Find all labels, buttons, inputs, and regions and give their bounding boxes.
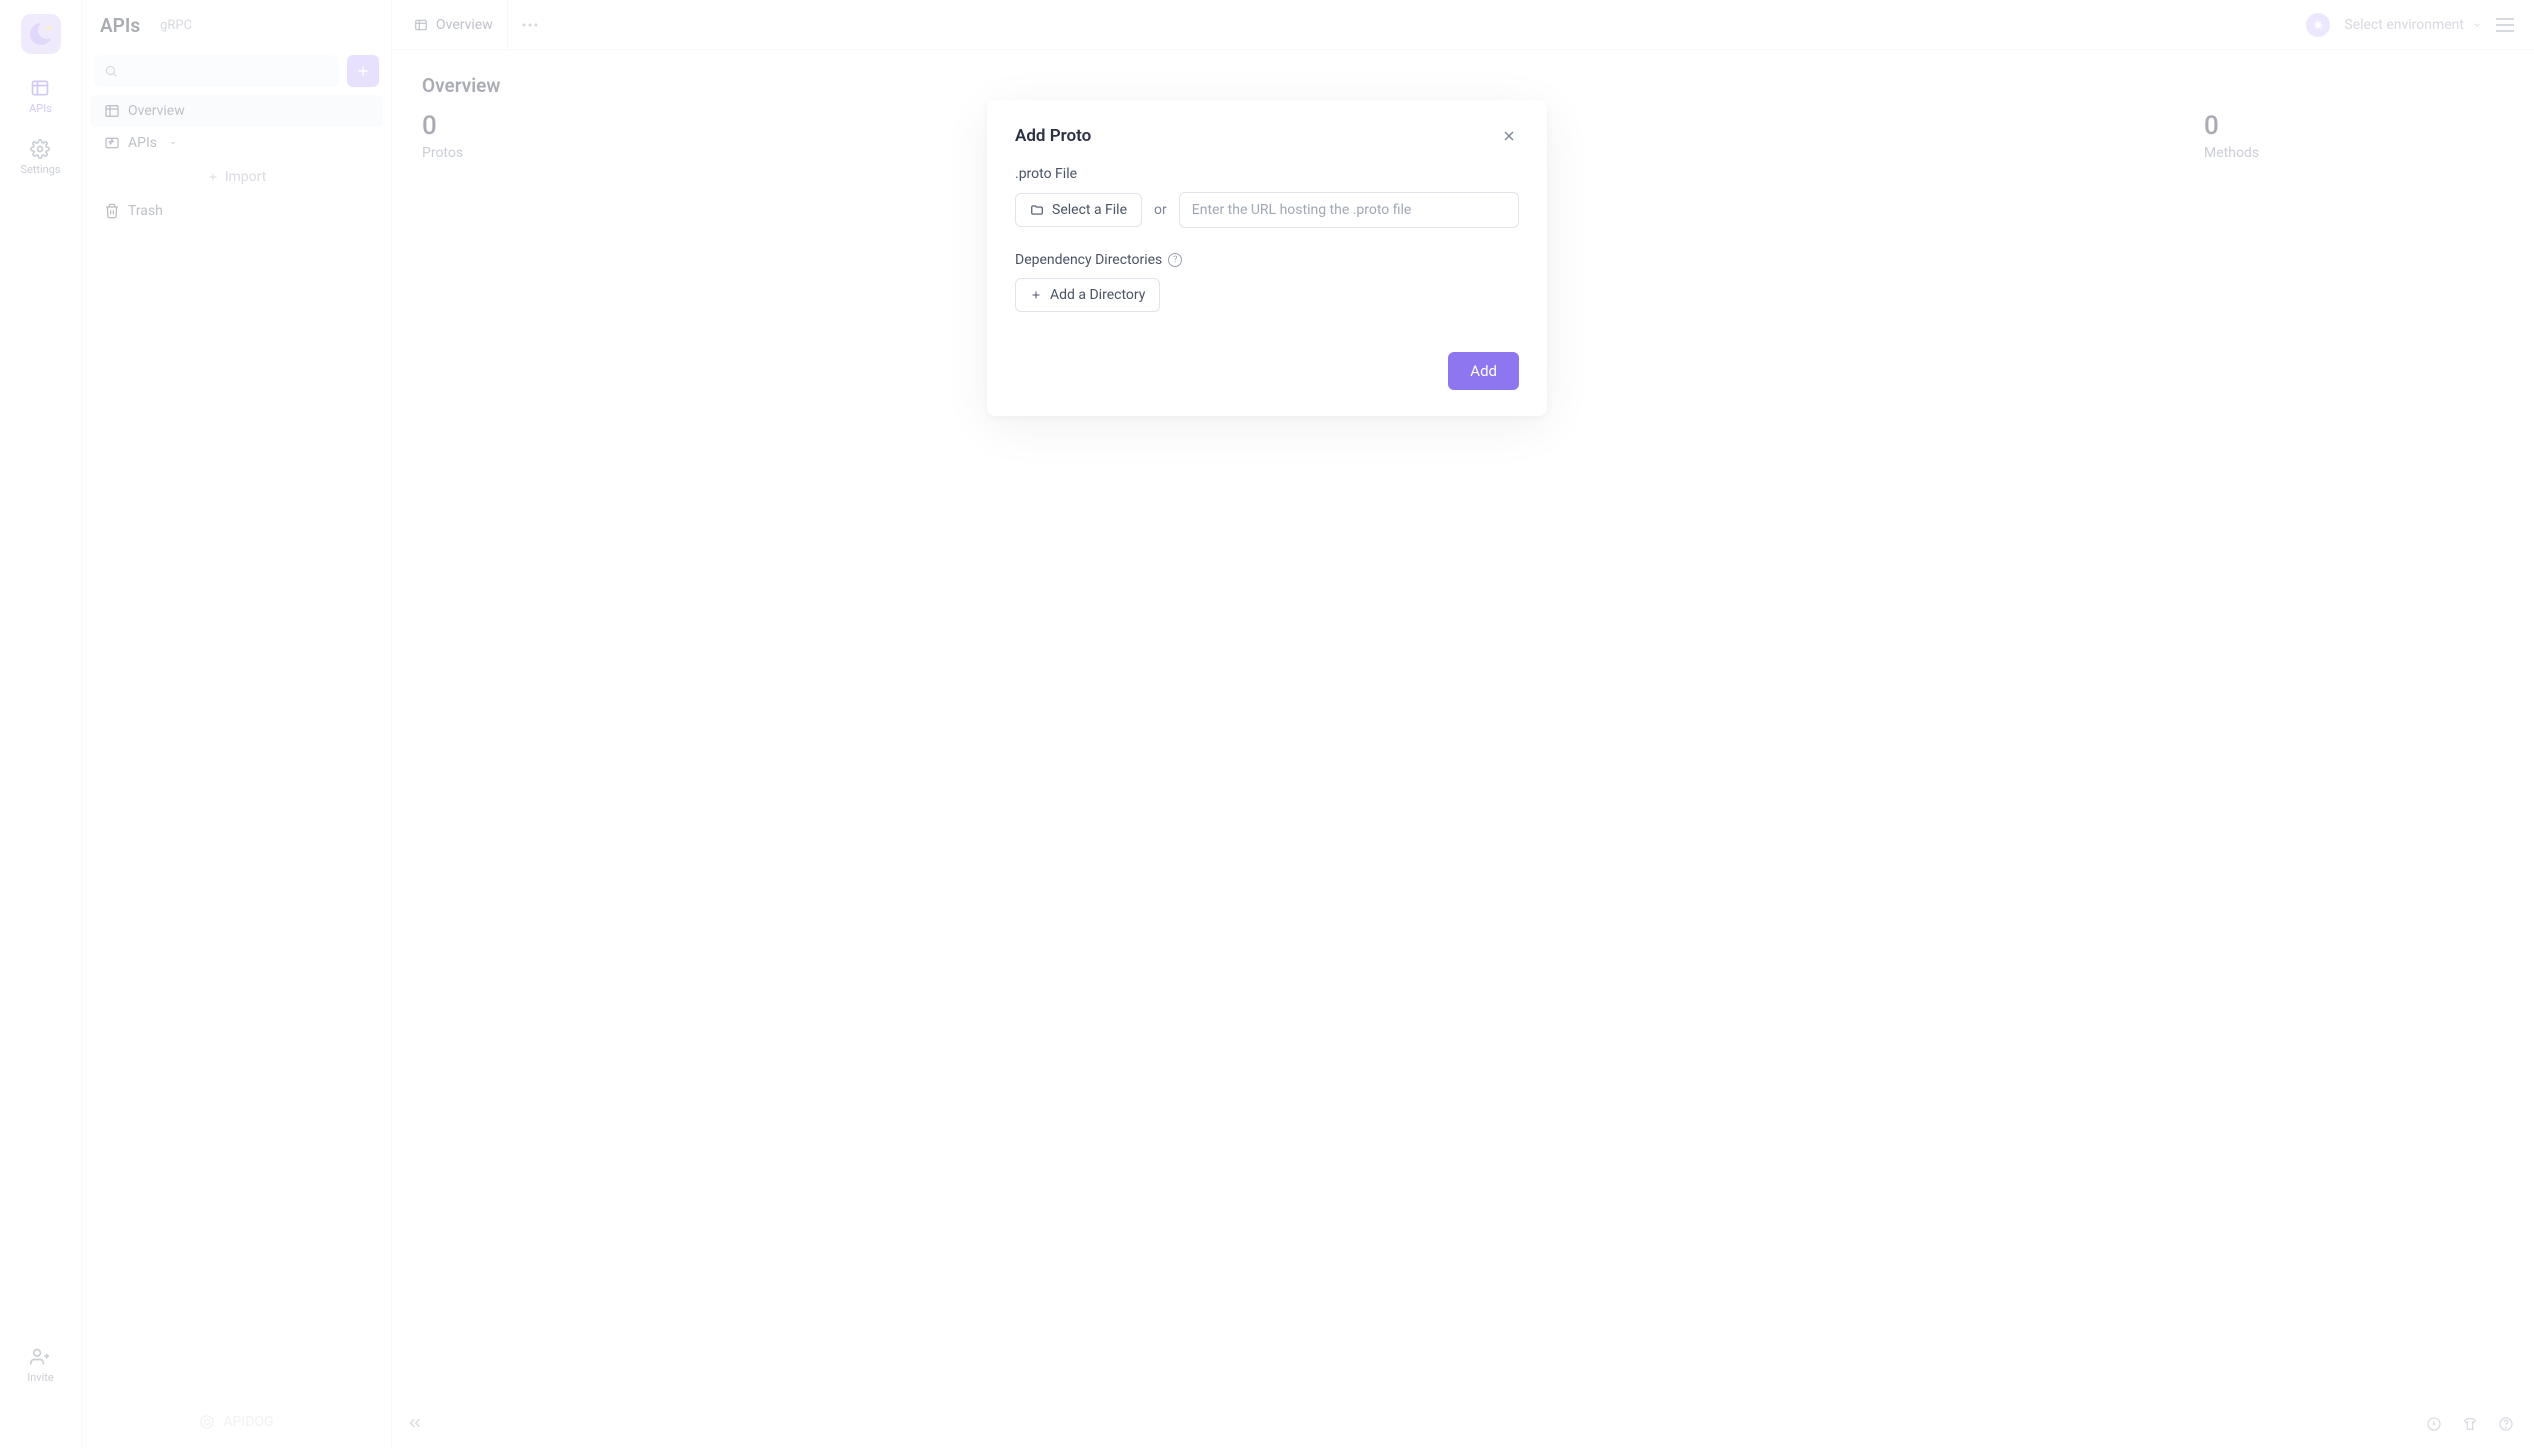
plus-icon bbox=[1030, 289, 1042, 301]
modal-title: Add Proto bbox=[1015, 126, 1091, 146]
folder-icon bbox=[1030, 203, 1044, 217]
help-icon[interactable]: ? bbox=[1168, 253, 1182, 267]
close-icon bbox=[1501, 128, 1517, 144]
select-file-label: Select a File bbox=[1052, 202, 1127, 218]
select-file-button[interactable]: Select a File bbox=[1015, 193, 1142, 227]
proto-url-input[interactable] bbox=[1179, 192, 1519, 228]
add-proto-modal: Add Proto .proto File Select a File or D… bbox=[987, 100, 1547, 416]
proto-file-label: .proto File bbox=[1015, 166, 1519, 182]
dep-dirs-label: Dependency Directories ? bbox=[1015, 252, 1519, 268]
or-text: or bbox=[1154, 202, 1167, 218]
modal-close-button[interactable] bbox=[1499, 126, 1519, 146]
add-submit-button[interactable]: Add bbox=[1448, 352, 1519, 390]
add-directory-button[interactable]: Add a Directory bbox=[1015, 278, 1160, 312]
add-directory-label: Add a Directory bbox=[1050, 287, 1145, 303]
